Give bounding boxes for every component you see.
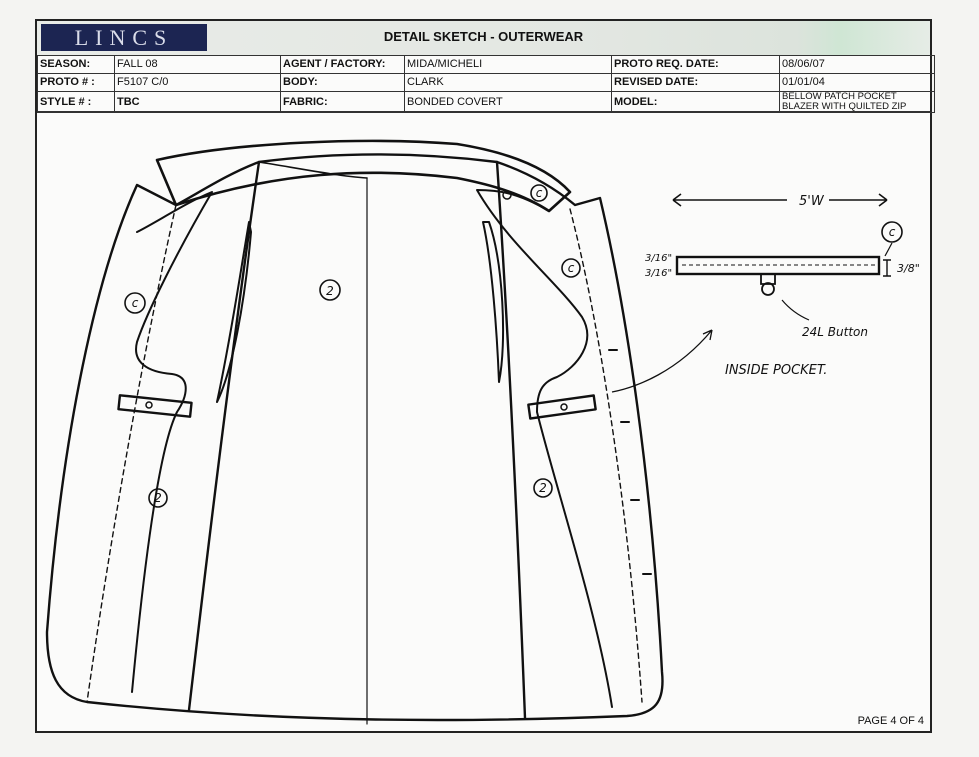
mark-c-right: c (568, 261, 575, 275)
revised-date-value: 01/01/04 (779, 73, 935, 92)
mark-2-left: 2 (154, 491, 162, 505)
proto-date-label: PROTO REQ. DATE: (611, 55, 780, 74)
dim-right: 3/8" (897, 262, 920, 275)
proto-value: F5107 C/0 (114, 73, 281, 92)
fabric-label: FABRIC: (280, 91, 405, 113)
mark-c-left: c (132, 296, 139, 310)
revised-date-label: REVISED DATE: (611, 73, 780, 92)
agent-label: AGENT / FACTORY: (280, 55, 405, 74)
agent-value: MIDA/MICHELI (404, 55, 612, 74)
collar (155, 139, 572, 213)
fabric-value: BONDED COVERT (404, 91, 612, 113)
season-value: FALL 08 (114, 55, 281, 74)
info-table: SEASON: FALL 08 AGENT / FACTORY: MIDA/MI… (37, 55, 935, 113)
style-value: TBC (114, 91, 281, 113)
jacket-sketch: 2 c c c 2 2 c 5'W 3/16" 3/16" 3/8" 24L B… (45, 139, 920, 725)
style-label: STYLE # : (37, 91, 115, 113)
proto-date-value: 08/06/07 (779, 55, 935, 74)
jacket-outline (45, 153, 664, 722)
right-inside-pocket (482, 221, 505, 383)
inside-pocket-note: INSIDE POCKET. (725, 363, 827, 378)
spec-sheet: LINCS DETAIL SKETCH - OUTERWEAR SEASON: … (35, 19, 935, 734)
season-label: SEASON: (37, 55, 115, 74)
model-label: MODEL: (611, 91, 780, 113)
mark-2-center: 2 (326, 284, 334, 298)
sketch-area: 2 c c c 2 2 c 5'W 3/16" 3/16" 3/8" 24L B… (37, 111, 930, 734)
dim-left-top: 3/16" (645, 253, 672, 264)
center-panel (187, 160, 261, 712)
pocket-detail (675, 255, 881, 276)
mark-c-detail: c (889, 225, 896, 239)
document-title: DETAIL SKETCH - OUTERWEAR (383, 29, 584, 44)
page-number: PAGE 4 OF 4 (857, 715, 924, 727)
title-bar: LINCS DETAIL SKETCH - OUTERWEAR (37, 21, 930, 56)
dim-left-bottom: 3/16" (645, 268, 672, 279)
width-arrow (672, 193, 888, 207)
model-value: BELLOW PATCH POCKET BLAZER WITH QUILTED Z… (779, 91, 935, 113)
body-label: BODY: (280, 73, 405, 92)
button-note: 24L Button (802, 325, 868, 339)
body-value: CLARK (404, 73, 612, 92)
proto-label: PROTO # : (37, 73, 115, 92)
mark-c-collar: c (536, 186, 543, 200)
width-dimension: 5'W (799, 194, 825, 209)
mark-2-right: 2 (539, 481, 547, 495)
